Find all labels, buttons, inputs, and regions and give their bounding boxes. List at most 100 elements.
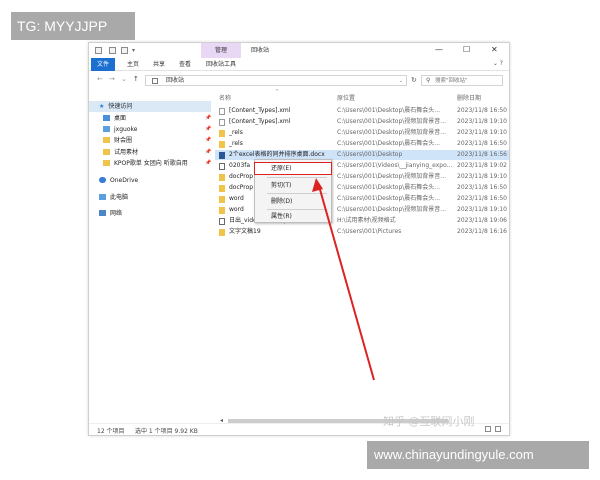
maximize-button[interactable]: ☐ [463,45,470,55]
video-file-icon [219,218,225,225]
sort-caret-icon: ^ [275,89,280,95]
pin-icon[interactable]: 📌 [205,160,211,166]
file-name: [Content_Types].xml [229,118,291,125]
sidebar-item-label: 桌面 [114,115,127,122]
folder-icon [219,196,225,203]
recycle-bin-window: ▾ 管理 回收站 — ☐ ✕ 文件 主页 共享 查看 回收站工具 ⌄ ? ← →… [88,42,510,436]
new-folder-icon[interactable] [121,47,128,54]
sidebar-item-this-pc[interactable]: 此电脑 [89,192,128,203]
context-menu: 还原(E) 剪切(T) 删除(D) 属性(R) [254,159,332,223]
up-arrow-icon[interactable]: ↑ [133,75,139,83]
file-location: C:\Users\001\Desktop\晨石舞会头... [337,107,441,114]
close-button[interactable]: ✕ [491,45,498,55]
file-name: 文字文稿19 [229,228,261,235]
file-date: 2023/11/8 19:10 [457,118,507,125]
file-location: H:\试用素材\视频格式 [337,217,396,224]
file-location: C:\Users\001\Pictures [337,228,402,235]
folder-icon [103,160,110,166]
file-date: 2023/11/8 19:06 [457,217,507,224]
pin-icon[interactable]: 📌 [205,149,211,155]
sidebar-item-network[interactable]: 网络 [89,208,122,219]
sidebar-item-label: 快速访问 [108,103,133,110]
document-icon [219,108,225,115]
file-date: 2023/11/8 16:50 [457,107,507,114]
properties-menu-item[interactable]: 属性(R) [255,211,331,222]
quick-access-dropdown-icon[interactable]: ▾ [132,47,135,54]
folder-icon [103,137,110,143]
tab-home[interactable]: 主页 [121,58,145,71]
file-date: 2023/11/8 16:50 [457,184,507,191]
sidebar-item-quick-access[interactable]: ★ 快速访问 [89,101,211,112]
folder-icon [219,174,225,181]
table-row[interactable]: [Content_Types].xml C:\Users\001\Desktop… [215,106,509,116]
window-title: 回收站 [251,47,270,54]
file-name: _rels [229,140,243,147]
watermark-bottom-right: www.chinayundingyule.com [367,441,589,469]
watermark-top-left: TG: MYYJJPP [11,12,135,40]
file-location: C:\Users\001\Desktop\视频加背景音... [337,118,447,125]
minimize-button[interactable]: — [435,45,443,55]
tab-recycle-bin-tools[interactable]: 回收站工具 [200,58,242,71]
sidebar-item-label: 试用素材 [114,149,139,156]
search-placeholder: 搜索"回收站" [435,78,468,84]
file-date: 2023/11/8 16:56 [457,151,507,158]
sidebar-item-label: jxguoke [114,126,138,133]
column-header-name[interactable]: ^ 名称 [219,89,279,102]
pin-icon[interactable]: 📌 [205,115,211,121]
sidebar-item-caihuiquan[interactable]: 财会圈 [89,135,132,146]
tab-view[interactable]: 查看 [173,58,197,71]
sidebar-item-trial-material[interactable]: 试用素材 [89,147,138,158]
sidebar-item-kpop-playlist[interactable]: KPOP歌单 女团向 听歌自用 [89,158,188,169]
delete-menu-item[interactable]: 删除(D) [255,196,331,207]
folder-icon [103,149,110,155]
folder-icon [219,130,225,137]
address-dropdown-icon[interactable]: ⌄ [399,76,403,86]
scroll-left-icon[interactable]: ◂ [220,417,223,424]
sidebar-item-jxguoke[interactable]: jxguoke [89,124,137,135]
item-count: 12 个项目 [97,428,125,435]
search-input[interactable]: ⚲ 搜索"回收站" [421,75,503,86]
folder-icon [219,229,225,236]
ribbon: 文件 主页 共享 查看 回收站工具 ⌄ ? [89,58,509,71]
sidebar-item-desktop[interactable]: 桌面 [89,113,126,124]
file-date: 2023/11/8 16:16 [457,228,507,235]
table-row[interactable]: _rels C:\Users\001\Desktop\视频加背景音... 202… [215,128,509,138]
cut-menu-item[interactable]: 剪切(T) [255,180,331,191]
zhihu-watermark: 知乎 @互联网小刚 [383,415,475,428]
table-row[interactable]: _rels C:\Users\001\Desktop\晨石舞会头... 2023… [215,139,509,149]
sidebar-item-onedrive[interactable]: OneDrive [89,175,138,186]
properties-icon[interactable] [109,47,116,54]
file-name: [Content_Types].xml [229,107,291,114]
address-bar[interactable]: 回收站 ⌄ [145,75,407,86]
restore-menu-item[interactable]: 还原(E) [254,162,332,175]
menu-separator [267,177,327,178]
column-header-location[interactable]: 原位置 [337,93,355,102]
address-path: 回收站 [166,77,185,84]
tab-file[interactable]: 文件 [91,58,116,71]
file-date: 2023/11/8 19:10 [457,206,507,213]
refresh-icon[interactable]: ↻ [411,76,417,84]
forward-arrow-icon[interactable]: → [109,75,115,83]
back-arrow-icon[interactable]: ← [97,75,103,83]
details-view-icon[interactable] [485,426,491,432]
video-file-icon [219,163,225,170]
large-icons-view-icon[interactable] [495,426,501,432]
file-location: C:\Users\001\Desktop\晨石舞会头... [337,195,441,202]
file-date: 2023/11/8 16:50 [457,195,507,202]
file-date: 2023/11/8 19:10 [457,173,507,180]
pin-icon[interactable]: 📌 [205,126,211,132]
table-row[interactable]: [Content_Types].xml C:\Users\001\Desktop… [215,117,509,127]
file-location: C:\Users\001\Desktop\视频加背景音... [337,129,447,136]
column-header-label: 名称 [219,95,232,102]
computer-icon [99,194,106,200]
file-name: _rels [229,129,243,136]
folder-icon [219,207,225,214]
table-row[interactable]: 文字文稿19 C:\Users\001\Pictures 2023/11/8 1… [215,227,509,237]
ribbon-expand-button[interactable]: ⌄ ? [493,60,503,67]
column-header-date[interactable]: 删除日期 [457,93,481,102]
tab-share[interactable]: 共享 [147,58,171,71]
pin-icon[interactable]: 📌 [205,137,211,143]
recent-dropdown-icon[interactable]: ⌄ [121,75,127,83]
manage-tab[interactable]: 管理 [201,43,241,58]
file-location: C:\Users\001\Videos\__jianying_expo... [337,162,453,169]
